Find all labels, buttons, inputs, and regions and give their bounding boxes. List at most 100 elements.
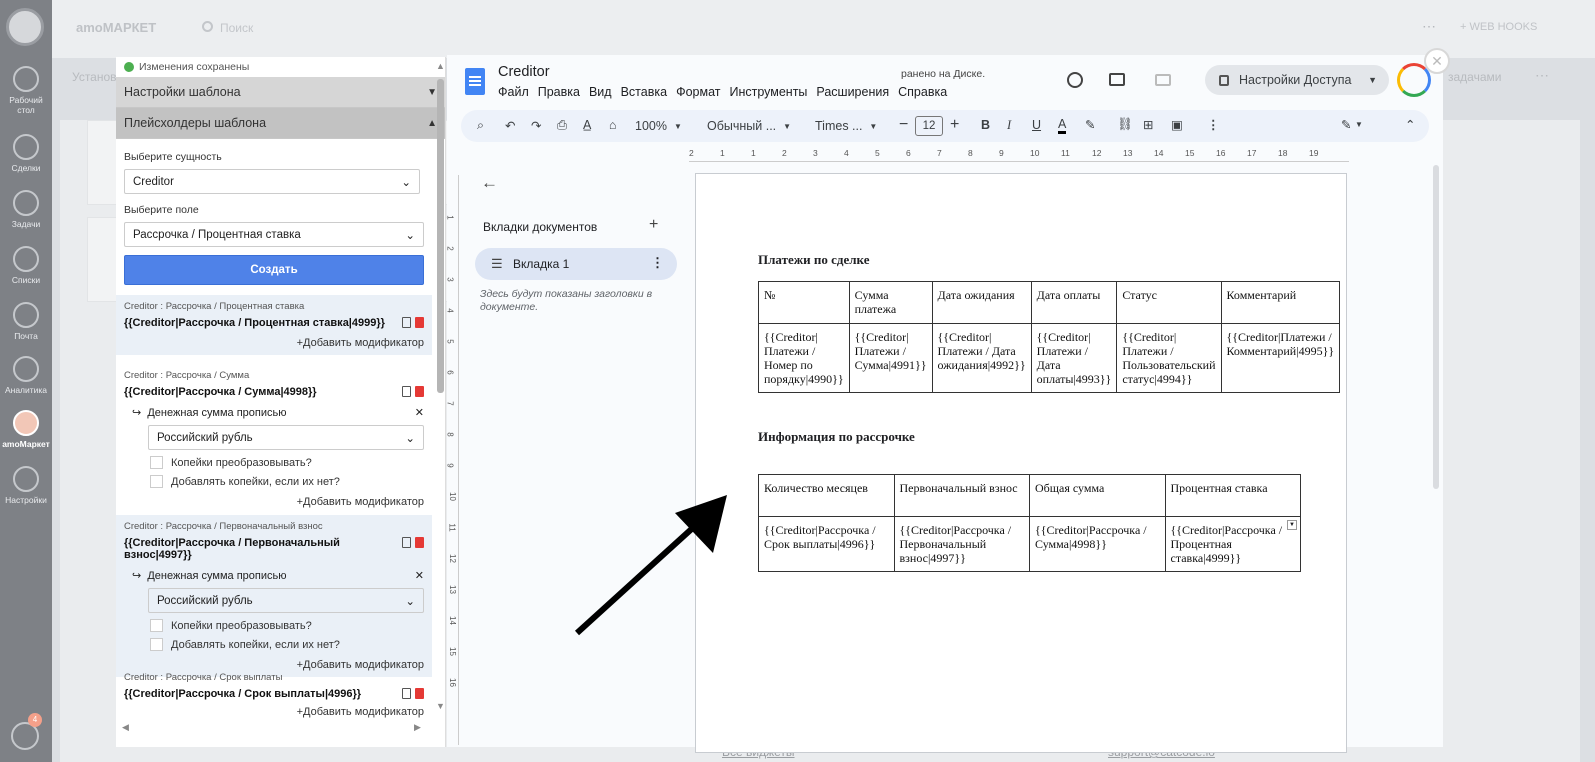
nav-item[interactable]: Почта: [0, 302, 52, 341]
table-cell[interactable]: {{Creditor|Платежи / Дата оплаты|4993}}: [1030, 323, 1118, 393]
kopecks-add-checkbox[interactable]: [150, 638, 163, 651]
undo-icon[interactable]: ↶: [505, 118, 515, 133]
insert-image-icon[interactable]: ▣: [1171, 117, 1183, 132]
remove-modifier-icon[interactable]: ✕: [415, 406, 424, 419]
history-icon[interactable]: [1067, 72, 1083, 88]
scroll-right-icon[interactable]: ▶: [414, 722, 421, 733]
table-cell[interactable]: {{Creditor|Платежи / Пользовательский ст…: [1116, 323, 1222, 393]
redo-icon[interactable]: ↷: [531, 118, 541, 133]
kopecks-add-checkbox[interactable]: [150, 475, 163, 488]
table-cell[interactable]: Дата ожидания: [931, 281, 1032, 324]
scroll-up-icon[interactable]: ▲: [436, 61, 445, 71]
meet-icon[interactable]: [1155, 74, 1171, 86]
create-button[interactable]: Создать: [124, 255, 424, 285]
payments-table[interactable]: № Сумма платежа Дата ожидания Дата оплаты Ст…: [758, 281, 1341, 393]
table-cell[interactable]: {{Creditor|Рассрочка / Процентная ставка…: [1164, 516, 1301, 572]
table-cell[interactable]: Общая сумма: [1029, 474, 1166, 517]
table-cell[interactable]: {{Creditor|Рассрочка / Сумма|4998}}: [1029, 516, 1166, 572]
table-cell[interactable]: {{Creditor|Платежи / Сумма|4991}}: [848, 323, 933, 393]
editing-mode-icon[interactable]: ✎ ▼: [1341, 117, 1363, 132]
table-cell[interactable]: Первоначальный взнос: [893, 474, 1030, 517]
vertical-ruler[interactable]: 1 2 3 4 5 6 7 8 9 10 11 12 13 14 15 16: [446, 175, 459, 745]
share-button[interactable]: Настройки Доступа ▼: [1205, 65, 1389, 95]
menu-item[interactable]: Вид: [589, 85, 612, 99]
menu-item[interactable]: Правка: [538, 85, 580, 99]
scroll-left-icon[interactable]: ◀: [122, 722, 129, 733]
zoom-select[interactable]: 100% ▼: [635, 119, 682, 133]
link-icon[interactable]: ⛓: [1117, 117, 1133, 132]
paint-format-icon[interactable]: ⌂: [609, 118, 617, 132]
trash-icon[interactable]: [415, 688, 424, 699]
table-cell[interactable]: {{Creditor|Рассрочка / Первоначальный вз…: [893, 516, 1030, 572]
copy-icon[interactable]: [402, 688, 411, 699]
webhooks-button[interactable]: + WEB HOOKS: [1460, 21, 1537, 33]
field-select[interactable]: Рассрочка / Процентная ставка ⌄: [124, 222, 424, 247]
more-options-icon[interactable]: ⋮: [1207, 117, 1220, 132]
amocrm-logo[interactable]: [6, 8, 44, 46]
currency-select[interactable]: Российский рубль ⌄: [148, 425, 424, 450]
style-select[interactable]: Обычный ... ▼: [707, 119, 791, 133]
text-color-icon[interactable]: A: [1058, 118, 1067, 134]
doc-title[interactable]: Creditor: [498, 64, 550, 80]
nav-item[interactable]: Настройки: [0, 466, 52, 505]
search-input[interactable]: Поиск: [220, 21, 253, 35]
menu-item[interactable]: Вставка: [621, 85, 667, 99]
share-dropdown-icon[interactable]: ▼: [1368, 75, 1377, 85]
add-modifier-button[interactable]: +Добавить модификатор: [124, 706, 424, 718]
more-icon[interactable]: ⋯: [1422, 18, 1436, 35]
kopecks-convert-checkbox[interactable]: [150, 619, 163, 632]
placeholder-code[interactable]: {{Creditor|Рассрочка / Процентная ставка…: [124, 317, 385, 329]
italic-icon[interactable]: I: [1007, 118, 1011, 133]
font-size-input[interactable]: 12: [915, 116, 943, 136]
remove-modifier-icon[interactable]: ✕: [415, 569, 424, 582]
copy-icon[interactable]: [402, 386, 411, 397]
nav-item[interactable]: Рабочий стол: [0, 66, 52, 115]
placeholder-code[interactable]: {{Creditor|Рассрочка / Сумма|4998}}: [124, 386, 317, 398]
add-comment-icon[interactable]: ⊞: [1143, 117, 1153, 132]
print-icon[interactable]: ⎙: [557, 118, 567, 133]
currency-select[interactable]: Российский рубль ⌄: [148, 588, 424, 613]
menu-item[interactable]: Инструменты: [729, 85, 807, 99]
accordion-placeholders[interactable]: Плейсхолдеры шаблона ▲: [116, 108, 445, 139]
bold-icon[interactable]: B: [981, 118, 990, 132]
panel-vscrollbar[interactable]: ▲ ▼: [436, 61, 445, 711]
placeholder-code[interactable]: {{Creditor|Рассрочка / Срок выплаты|4996…: [124, 688, 361, 700]
trash-icon[interactable]: [415, 317, 424, 328]
trash-icon[interactable]: [415, 537, 424, 548]
search-menus-icon[interactable]: ⌕: [477, 118, 484, 133]
table-cell[interactable]: {{Creditor|Платежи / Дата ожидания|4992}…: [931, 323, 1032, 393]
table-cell[interactable]: {{Creditor|Платежи / Номер по порядку|49…: [758, 323, 850, 393]
highlight-icon[interactable]: ✎: [1085, 117, 1095, 132]
table-cell[interactable]: {{Creditor|Рассрочка / Срок выплаты|4996…: [758, 516, 895, 572]
menu-item[interactable]: Файл: [498, 85, 529, 99]
docs-logo-icon[interactable]: [465, 68, 485, 95]
copy-icon[interactable]: [402, 537, 411, 548]
doc-tab-item[interactable]: ☰ Вкладка 1 ⋮: [475, 248, 677, 280]
add-modifier-button[interactable]: +Добавить модификатор: [124, 496, 424, 508]
table-cell[interactable]: №: [758, 281, 850, 324]
add-modifier-button[interactable]: +Добавить модификатор: [124, 337, 424, 349]
add-tab-icon[interactable]: +: [649, 216, 658, 234]
horizontal-ruler[interactable]: 2 1 1 2 3 4 5 6 7 8 9 10 11 12 13 14 15 16 17 18 19: [689, 148, 1349, 162]
cell-menu-icon[interactable]: ▼: [1287, 520, 1297, 530]
table-cell[interactable]: Сумма платежа: [848, 281, 933, 324]
trash-icon[interactable]: [415, 386, 424, 397]
spellcheck-icon[interactable]: A̲: [583, 118, 591, 132]
table-cell[interactable]: {{Creditor|Платежи / Комментарий|4995}}: [1220, 323, 1341, 393]
decrease-font-icon[interactable]: −: [899, 116, 908, 134]
nav-item[interactable]: Сделки: [0, 134, 52, 173]
table-cell[interactable]: Комментарий: [1220, 281, 1341, 324]
tab-install[interactable]: Установ: [72, 70, 117, 84]
panel-hscrollbar[interactable]: ◀ ▶: [116, 722, 434, 733]
close-icon[interactable]: ✕: [1424, 48, 1450, 74]
entity-select[interactable]: Creditor ⌄: [124, 169, 420, 194]
nav-item[interactable]: Задачи: [0, 190, 52, 229]
nav-item[interactable]: amoМаркет: [0, 410, 52, 449]
accordion-template-settings[interactable]: Настройки шаблона ▼: [116, 77, 445, 108]
tab-menu-icon[interactable]: ⋮: [651, 255, 664, 271]
comments-icon[interactable]: [1109, 73, 1125, 86]
nav-item[interactable]: Аналитика: [0, 356, 52, 395]
back-arrow-icon[interactable]: ←: [481, 173, 498, 193]
copy-icon[interactable]: [402, 317, 411, 328]
kopecks-convert-checkbox[interactable]: [150, 456, 163, 469]
